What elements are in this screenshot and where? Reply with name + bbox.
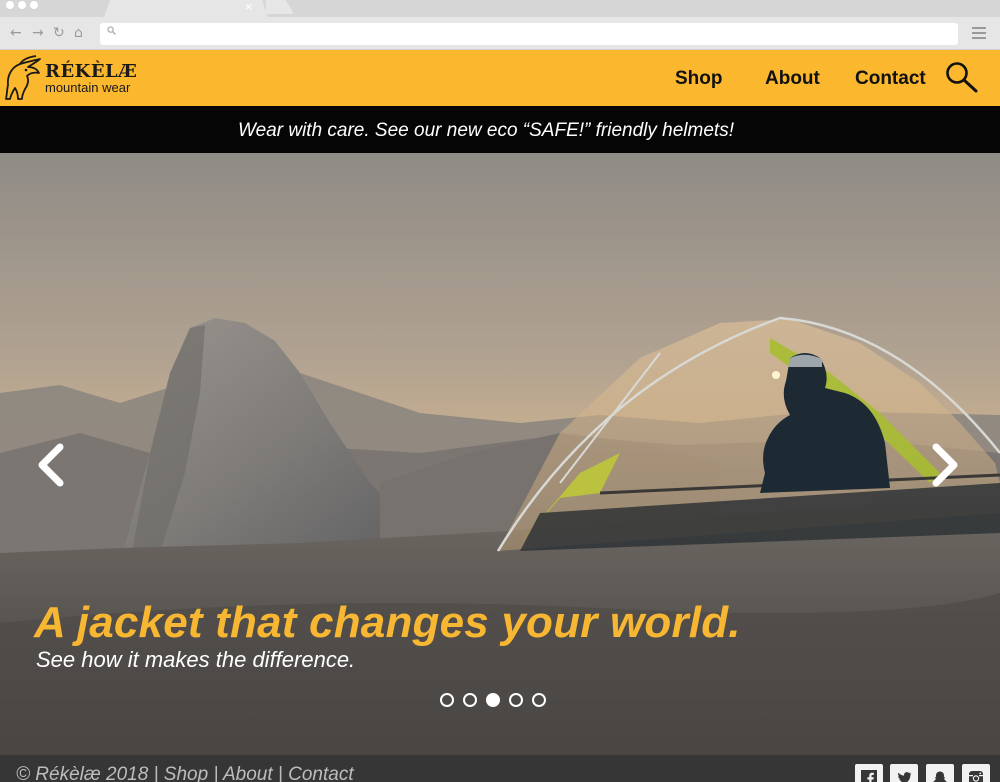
footer-shop-link[interactable]: Shop	[164, 764, 208, 782]
chevron-right-icon	[932, 443, 958, 487]
site-footer: © Rékèlæ 2018 | Shop | About | Contact	[0, 755, 1000, 782]
tab-close-icon[interactable]: ×	[244, 0, 253, 13]
promo-text: Wear with care. See our new eco “SAFE!” …	[238, 120, 734, 141]
window-minimize-dot[interactable]	[18, 1, 26, 9]
site-header: RÉKÈLÆ mountain wear Shop About Contact	[0, 50, 1000, 106]
footer-separator: |	[208, 764, 223, 782]
carousel-dot-2[interactable]	[463, 693, 477, 707]
address-search-icon	[107, 26, 116, 35]
chevron-left-icon	[38, 443, 64, 487]
twitter-icon	[898, 772, 911, 782]
snapchat-icon	[933, 771, 947, 782]
twitter-button[interactable]	[890, 764, 918, 782]
carousel-dot-1[interactable]	[440, 693, 454, 707]
brand-tagline: mountain wear	[45, 80, 131, 95]
footer-separator: |	[148, 764, 164, 782]
promo-banner[interactable]: Wear with care. See our new eco “SAFE!” …	[0, 106, 1000, 153]
back-arrow-icon[interactable]: ←	[10, 24, 22, 42]
carousel-indicators	[440, 693, 546, 707]
window-close-dot[interactable]	[6, 1, 14, 9]
forward-arrow-icon[interactable]: →	[32, 24, 44, 42]
new-tab-button[interactable]	[266, 0, 294, 14]
browser-tab-strip: ×	[0, 0, 1000, 17]
nav-contact-link[interactable]: Contact	[855, 68, 926, 90]
facebook-button[interactable]	[855, 764, 883, 782]
footer-contact-link[interactable]: Contact	[288, 764, 353, 782]
footer-copyright-line: © Rékèlæ 2018 | Shop | About | Contact	[16, 764, 354, 782]
carousel-dot-4[interactable]	[509, 693, 523, 707]
brand-name: RÉKÈLÆ	[45, 61, 138, 82]
instagram-button[interactable]	[962, 764, 990, 782]
hero-subheadline: See how it makes the difference.	[36, 647, 356, 672]
snapchat-button[interactable]	[926, 764, 954, 782]
carousel-next-button[interactable]	[930, 443, 960, 487]
footer-about-link[interactable]: About	[223, 764, 273, 782]
nav-shop-link[interactable]: Shop	[675, 68, 723, 90]
instagram-icon	[969, 771, 983, 782]
window-controls	[6, 1, 38, 9]
goat-logo-icon	[5, 55, 41, 100]
browser-tab[interactable]: ×	[104, 0, 268, 17]
reload-icon[interactable]: ↻	[53, 24, 65, 42]
browser-menu-icon[interactable]	[972, 27, 986, 39]
window-maximize-dot[interactable]	[30, 1, 38, 9]
facebook-icon	[861, 770, 877, 782]
search-icon	[946, 62, 978, 93]
home-icon[interactable]: ⌂	[74, 24, 83, 42]
hero-headline: A jacket that changes your world.	[34, 598, 741, 647]
carousel-prev-button[interactable]	[36, 443, 66, 487]
carousel-dot-5[interactable]	[532, 693, 546, 707]
footer-copyright: © Rékèlæ 2018	[16, 764, 149, 782]
browser-toolbar: ← → ↻ ⌂	[0, 17, 1000, 50]
nav-about-link[interactable]: About	[765, 68, 820, 90]
search-button[interactable]	[944, 60, 980, 96]
brand-logo[interactable]: RÉKÈLÆ mountain wear	[4, 55, 144, 101]
hero-carousel: A jacket that changes your world. See ho…	[0, 153, 1000, 755]
address-bar[interactable]	[100, 23, 958, 45]
carousel-dot-3[interactable]	[486, 693, 500, 707]
footer-separator: |	[272, 764, 289, 782]
